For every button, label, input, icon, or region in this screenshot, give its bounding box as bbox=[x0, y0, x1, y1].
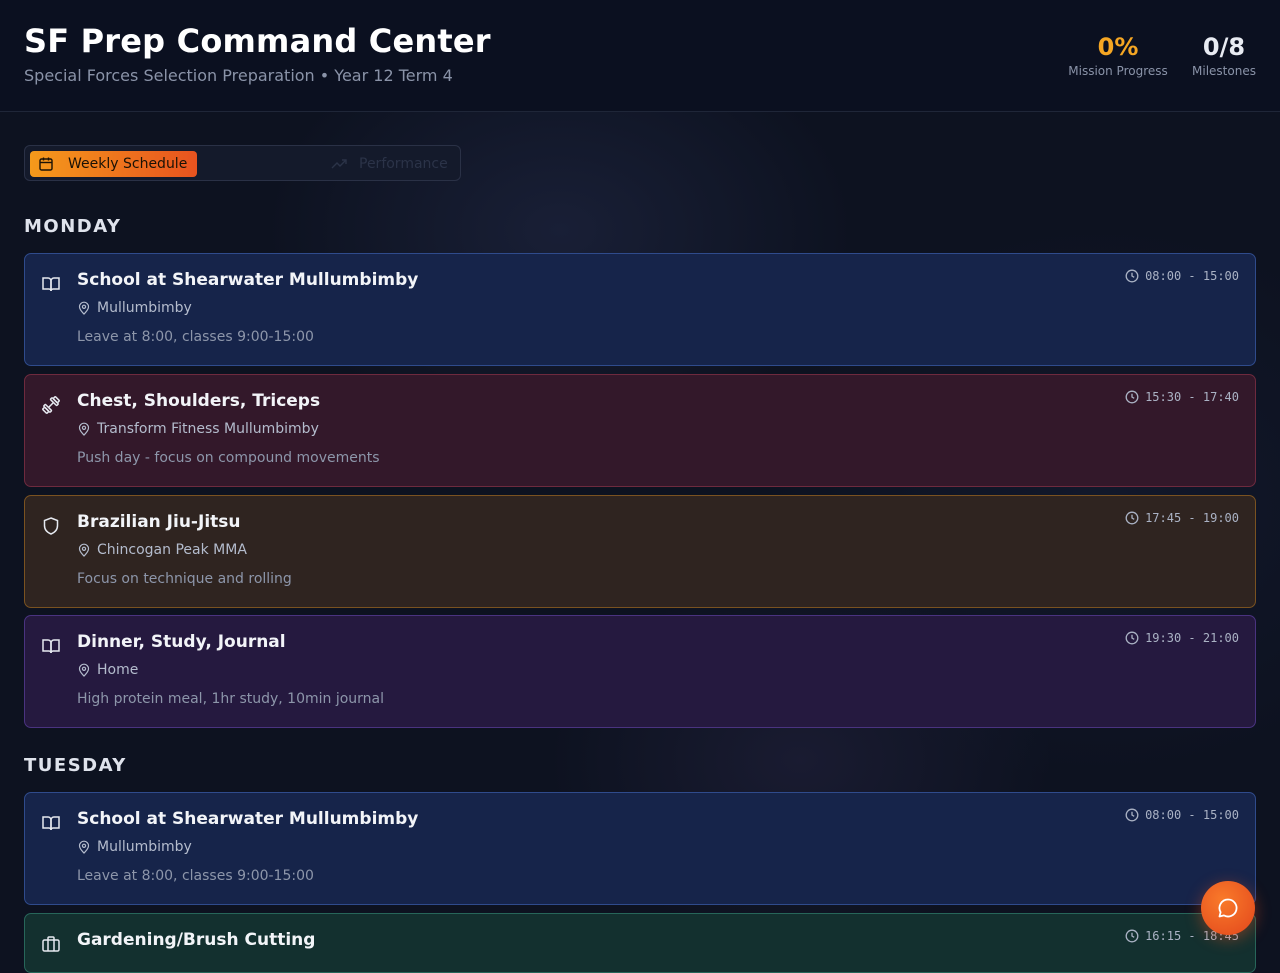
event-card[interactable]: Chest, Shoulders, Triceps Transform Fitn… bbox=[24, 374, 1256, 487]
event-title: School at Shearwater Mullumbimby bbox=[77, 809, 419, 829]
mission-progress-label: Mission Progress bbox=[1068, 64, 1168, 78]
event-note: Leave at 8:00, classes 9:00-15:00 bbox=[77, 329, 314, 345]
event-title: School at Shearwater Mullumbimby bbox=[77, 270, 419, 290]
map-pin-icon bbox=[77, 301, 91, 315]
day-heading-tuesday: TUESDAY bbox=[24, 755, 127, 776]
event-card[interactable]: School at Shearwater Mullumbimby Mullumb… bbox=[24, 253, 1256, 366]
event-location: Chincogan Peak MMA bbox=[77, 542, 247, 558]
tab-performance-label: Performance bbox=[359, 156, 448, 172]
event-location: Transform Fitness Mullumbimby bbox=[77, 421, 319, 437]
event-location: Mullumbimby bbox=[77, 839, 192, 855]
event-title: Brazilian Jiu-Jitsu bbox=[77, 512, 241, 532]
event-location: Mullumbimby bbox=[77, 300, 192, 316]
app-title: SF Prep Command Center bbox=[24, 22, 491, 60]
mission-progress-stat: 0% Mission Progress bbox=[1066, 32, 1170, 78]
milestones-label: Milestones bbox=[1192, 64, 1256, 78]
chat-button[interactable] bbox=[1201, 881, 1255, 935]
book-icon bbox=[41, 636, 61, 656]
clock-icon bbox=[1125, 511, 1139, 525]
event-time: 17:45 - 19:00 bbox=[1125, 511, 1239, 525]
event-card[interactable]: Gardening/Brush Cutting 16:15 - 18:45 bbox=[24, 913, 1256, 973]
event-card[interactable]: School at Shearwater Mullumbimby Mullumb… bbox=[24, 792, 1256, 905]
book-icon bbox=[41, 813, 61, 833]
dumbbell-icon bbox=[41, 395, 61, 415]
event-location-label: Chincogan Peak MMA bbox=[97, 542, 247, 558]
event-note: Focus on technique and rolling bbox=[77, 571, 292, 587]
tab-weekly-schedule[interactable]: Weekly Schedule bbox=[30, 151, 197, 177]
trend-icon bbox=[331, 156, 347, 172]
event-time: 15:30 - 17:40 bbox=[1125, 390, 1239, 404]
event-card[interactable]: Dinner, Study, Journal Home High protein… bbox=[24, 615, 1256, 728]
event-card[interactable]: Brazilian Jiu-Jitsu Chincogan Peak MMA F… bbox=[24, 495, 1256, 608]
milestones-value: 0/8 bbox=[1202, 33, 1246, 61]
briefcase-icon bbox=[41, 934, 61, 954]
map-pin-icon bbox=[77, 543, 91, 557]
event-time: 19:30 - 21:00 bbox=[1125, 631, 1239, 645]
event-note: Push day - focus on compound movements bbox=[77, 450, 380, 466]
event-time-label: 19:30 - 21:00 bbox=[1145, 631, 1239, 645]
map-pin-icon bbox=[77, 840, 91, 854]
mission-progress-value: 0% bbox=[1097, 33, 1139, 61]
event-location-label: Mullumbimby bbox=[97, 300, 192, 316]
event-time-label: 15:30 - 17:40 bbox=[1145, 390, 1239, 404]
day-heading-monday: MONDAY bbox=[24, 216, 122, 237]
event-title: Gardening/Brush Cutting bbox=[77, 930, 316, 950]
app-subtitle: Special Forces Selection Preparation • Y… bbox=[24, 66, 453, 85]
map-pin-icon bbox=[77, 422, 91, 436]
event-location-label: Home bbox=[97, 662, 139, 678]
top-header: SF Prep Command Center Special Forces Se… bbox=[0, 0, 1280, 112]
event-title: Dinner, Study, Journal bbox=[77, 632, 286, 652]
event-time-label: 08:00 - 15:00 bbox=[1145, 269, 1239, 283]
event-time: 08:00 - 15:00 bbox=[1125, 269, 1239, 283]
event-location-label: Mullumbimby bbox=[97, 839, 192, 855]
map-pin-icon bbox=[77, 663, 91, 677]
clock-icon bbox=[1125, 390, 1139, 404]
tab-performance[interactable]: Performance bbox=[325, 151, 457, 177]
event-title: Chest, Shoulders, Triceps bbox=[77, 391, 321, 411]
book-icon bbox=[41, 274, 61, 294]
event-note: Leave at 8:00, classes 9:00-15:00 bbox=[77, 868, 314, 884]
clock-icon bbox=[1125, 269, 1139, 283]
view-tabs: Weekly Schedule Performance bbox=[24, 145, 461, 181]
chat-icon bbox=[1216, 896, 1240, 920]
tab-weekly-schedule-label: Weekly Schedule bbox=[68, 156, 188, 172]
event-time-label: 17:45 - 19:00 bbox=[1145, 511, 1239, 525]
event-location: Home bbox=[77, 662, 138, 678]
calendar-icon bbox=[38, 156, 54, 172]
event-location-label: Transform Fitness Mullumbimby bbox=[97, 421, 319, 437]
clock-icon bbox=[1125, 929, 1139, 943]
milestones-stat: 0/8 Milestones bbox=[1188, 32, 1260, 78]
shield-icon bbox=[41, 516, 61, 536]
clock-icon bbox=[1125, 808, 1139, 822]
clock-icon bbox=[1125, 631, 1139, 645]
event-time: 08:00 - 15:00 bbox=[1125, 808, 1239, 822]
event-time-label: 08:00 - 15:00 bbox=[1145, 808, 1239, 822]
event-note: High protein meal, 1hr study, 10min jour… bbox=[77, 691, 385, 707]
